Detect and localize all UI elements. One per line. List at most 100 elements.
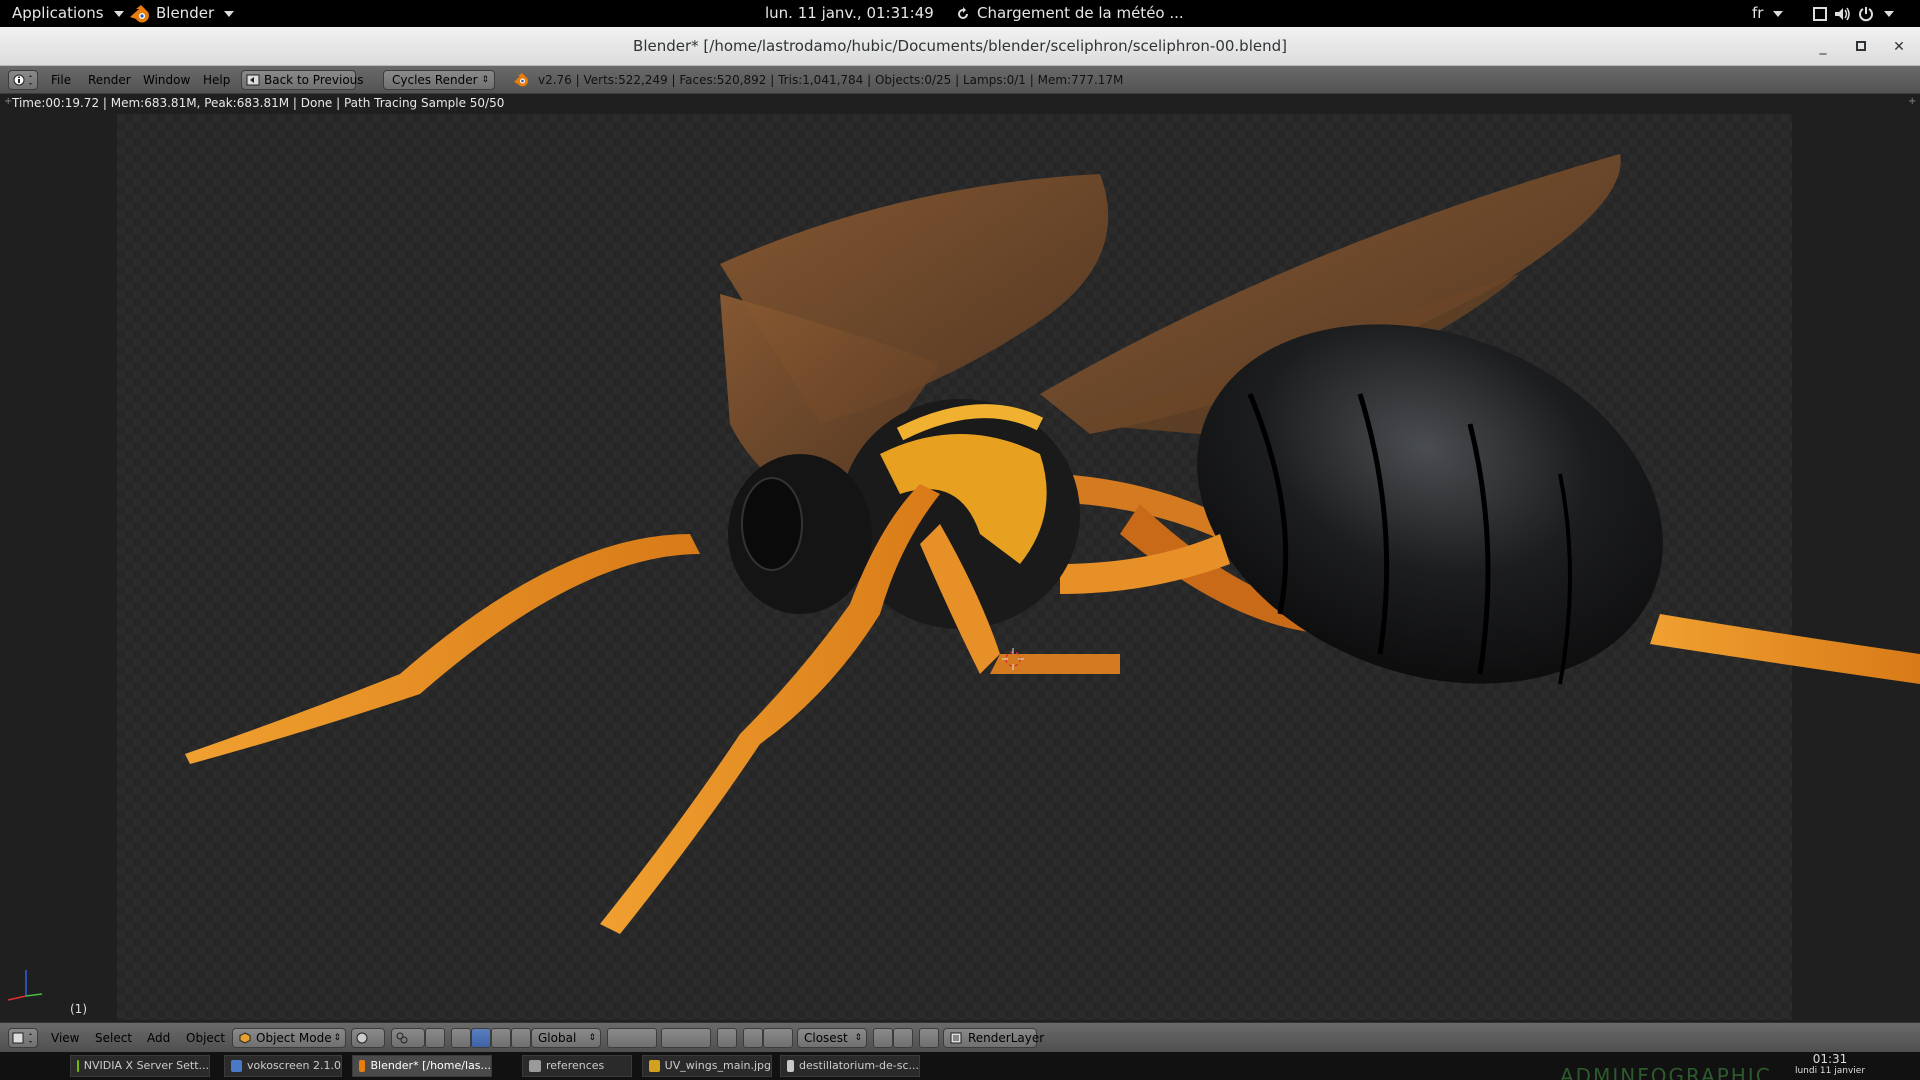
editor-type-button[interactable]	[8, 70, 38, 90]
3d-cursor-icon[interactable]	[1002, 648, 1024, 670]
chevron-down-icon	[1884, 10, 1894, 17]
menu-view[interactable]: View	[51, 1023, 79, 1053]
menu-select[interactable]: Select	[95, 1023, 132, 1053]
task-label: vokoscreen 2.1.0	[247, 1059, 341, 1072]
minimize-button[interactable]: _	[1812, 36, 1834, 58]
area-split-corner-icon[interactable]: +	[1908, 96, 1916, 107]
weather-label: Chargement de la météo ...	[977, 4, 1184, 22]
render-layer-label: RenderLayer	[968, 1031, 1045, 1045]
task-references[interactable]: references	[522, 1055, 632, 1077]
area-split-corner-icon[interactable]: +	[4, 96, 12, 107]
language-label: fr	[1752, 4, 1764, 22]
info-icon	[13, 74, 32, 86]
menu-window[interactable]: Window	[143, 66, 190, 94]
viewport-3d[interactable]: Time:00:19.72 | Mem:683.81M, Peak:683.81…	[0, 94, 1920, 1022]
frame-number: (1)	[70, 1002, 87, 1016]
refresh-icon	[958, 6, 968, 19]
task-destillatorium[interactable]: destillatorium-de-sc...	[780, 1055, 920, 1077]
maximize-icon	[1856, 41, 1866, 51]
pivot-point-select[interactable]	[391, 1028, 425, 1048]
snap-label: Closest	[804, 1031, 848, 1045]
render-layer-select[interactable]: RenderLayer	[943, 1028, 1044, 1048]
folder-icon	[529, 1060, 541, 1072]
document-icon	[787, 1060, 795, 1072]
active-app-label: Blender	[156, 4, 215, 22]
menu-help[interactable]: Help	[203, 66, 230, 94]
layers-grid-b[interactable]	[661, 1028, 711, 1048]
updown-arrows-icon: ⇕	[333, 1033, 341, 1043]
vokoscreen-icon	[231, 1060, 242, 1072]
clock-time: 01:31	[1812, 1052, 1848, 1066]
blender-logo-icon	[130, 4, 149, 22]
render-layer-icon	[950, 1032, 962, 1044]
editor-type-button[interactable]	[8, 1028, 38, 1048]
transform-extra-button[interactable]	[511, 1028, 531, 1048]
window-titlebar[interactable]: Blender* [/home/lastrodamo/hubic/Documen…	[0, 27, 1920, 66]
clock-date: lundi 11 janvier	[1794, 1066, 1866, 1076]
task-label: destillatorium-de-sc...	[799, 1059, 919, 1072]
screen-back-icon	[246, 74, 260, 86]
updown-arrows-icon: ⇕	[588, 1033, 596, 1043]
task-label: Blender* [/home/las...	[370, 1059, 491, 1072]
language-indicator[interactable]: fr	[1752, 0, 1784, 27]
close-button[interactable]: ✕	[1888, 36, 1910, 58]
lock-layers-button[interactable]	[717, 1028, 737, 1048]
volume-icon	[1835, 7, 1850, 20]
chevron-down-icon	[224, 10, 235, 17]
manipulator-toggle-button[interactable]	[425, 1028, 445, 1048]
menu-add[interactable]: Add	[147, 1023, 170, 1053]
system-status-area[interactable]	[1812, 0, 1894, 27]
taskbar-clock[interactable]: 01:31 lundi 11 janvier	[1780, 1052, 1880, 1080]
layers-grid-a[interactable]	[607, 1028, 657, 1048]
view3d-header: View Select Add Object Object Mode ⇕ Glo…	[0, 1022, 1920, 1052]
maximize-button[interactable]	[1850, 36, 1872, 58]
task-vokoscreen[interactable]: vokoscreen 2.1.0	[224, 1055, 342, 1077]
scale-manipulator-button[interactable]	[491, 1028, 511, 1048]
viewport-shading-select[interactable]	[351, 1028, 385, 1048]
task-label: references	[546, 1059, 605, 1072]
rotate-manipulator-button[interactable]	[471, 1028, 491, 1048]
render-still-button[interactable]	[873, 1028, 893, 1048]
weather-widget[interactable]: Chargement de la météo ...	[955, 0, 1184, 27]
render-anim-button[interactable]	[893, 1028, 913, 1048]
clock-datetime[interactable]: lun. 11 janv., 01:31:49	[765, 0, 934, 27]
translate-manipulator-button[interactable]	[451, 1028, 471, 1048]
menu-object[interactable]: Object	[186, 1023, 225, 1053]
chevron-down-icon	[1773, 10, 1784, 17]
applications-menu[interactable]: Applications	[12, 0, 124, 27]
transform-orientation-select[interactable]: Global ⇕	[531, 1028, 601, 1048]
image-viewer-icon	[649, 1060, 660, 1072]
task-blender[interactable]: Blender* [/home/las...	[352, 1055, 492, 1077]
power-icon	[1859, 6, 1873, 21]
nvidia-icon	[77, 1060, 79, 1072]
object-mode-icon	[239, 1032, 251, 1044]
window-title: Blender* [/home/lastrodamo/hubic/Documen…	[633, 37, 1287, 55]
datetime-label: lun. 11 janv., 01:31:49	[765, 4, 934, 22]
task-nvidia[interactable]: NVIDIA X Server Sett...	[70, 1055, 210, 1077]
menu-render[interactable]: Render	[88, 66, 131, 94]
layer-pin-button[interactable]	[919, 1028, 939, 1048]
proportional-edit-button[interactable]	[743, 1028, 763, 1048]
render-engine-select[interactable]: Cycles Render ⇕	[383, 70, 495, 90]
app-menu-blender[interactable]: Blender	[128, 0, 235, 27]
snap-target-select[interactable]: Closest ⇕	[797, 1028, 867, 1048]
axis-gizmo-icon	[7, 970, 43, 1001]
render-status-text: Time:00:19.72 | Mem:683.81M, Peak:683.81…	[12, 96, 505, 110]
menu-file[interactable]: File	[51, 66, 71, 94]
snap-toggle-button[interactable]	[763, 1028, 793, 1048]
info-header: File Render Window Help Back to Previous…	[0, 66, 1920, 94]
wasp-render-image	[185, 154, 1920, 934]
blender-version-icon	[514, 73, 528, 87]
orientation-label: Global	[538, 1031, 577, 1045]
interaction-mode-select[interactable]: Object Mode ⇕	[232, 1028, 346, 1048]
chevron-down-icon	[113, 10, 124, 17]
back-to-previous-button[interactable]: Back to Previous	[241, 70, 364, 90]
blender-icon	[359, 1060, 366, 1072]
task-label: NVIDIA X Server Sett...	[83, 1059, 209, 1072]
mode-label: Object Mode	[256, 1031, 332, 1045]
watermark-logo: ADMINFOGRAPHIC	[1560, 1064, 1772, 1080]
pivot-icon	[396, 1032, 408, 1044]
scene-stats: v2.76 | Verts:522,249 | Faces:520,892 | …	[538, 73, 1124, 87]
task-uv-wings[interactable]: UV_wings_main.jpg	[642, 1055, 772, 1077]
applications-label: Applications	[12, 4, 104, 22]
